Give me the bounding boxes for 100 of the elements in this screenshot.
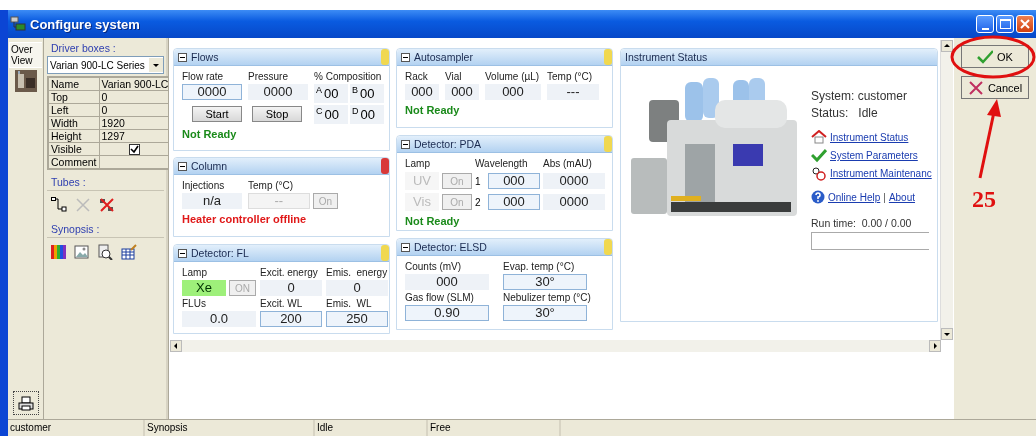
property-name: Comment [48, 155, 99, 169]
separator: | [883, 191, 886, 203]
field-label: Temp (°C) [248, 180, 295, 191]
column-header: Lamp [405, 158, 431, 169]
pump-button[interactable]: Stop [252, 106, 302, 122]
checkmark-icon [811, 148, 827, 163]
link[interactable]: Online Help [828, 191, 881, 203]
link[interactable]: Instrument Maintenanc [830, 168, 932, 179]
horizontal-scrollbar[interactable] [170, 340, 941, 352]
dropdown-value: Varian 900-LC Series [50, 59, 145, 71]
field-label: Volume (µL) [485, 71, 541, 82]
input-field[interactable]: 30° [503, 305, 587, 321]
status-bar-field: Synopsis [145, 420, 315, 436]
side-tab[interactable]: Over View [9, 42, 42, 68]
property-name: Width [48, 116, 99, 130]
value-display: 0000 [543, 194, 605, 210]
cancel-button[interactable]: Cancel [961, 76, 1029, 99]
scroll-left-button[interactable] [170, 340, 182, 352]
field-label: Evap. temp (°C) [503, 261, 576, 272]
status-text: System: customer [811, 89, 909, 103]
channel-letter: A [316, 85, 322, 95]
image-icon[interactable] [74, 244, 89, 260]
field-label: Gas flow (SLM) [405, 292, 475, 303]
channel-letter: D [352, 106, 359, 116]
collapse-icon[interactable] [401, 242, 410, 252]
field-label: % Composition [314, 71, 383, 82]
collapse-icon[interactable] [401, 52, 410, 62]
scroll-up-button[interactable] [941, 40, 953, 52]
field-label: Vial [445, 71, 463, 82]
checkbox[interactable] [129, 143, 141, 155]
field-label: Flow rate [182, 71, 225, 82]
ok-button[interactable]: OK [961, 45, 1029, 68]
composition-value: 00 [324, 107, 339, 122]
value-display: 000 [485, 84, 541, 100]
maximize-button[interactable] [996, 15, 1014, 33]
info-search-icon[interactable] [97, 244, 113, 260]
input-field[interactable]: 000 [488, 194, 540, 210]
panel-title: Flows [191, 51, 220, 63]
annotation-number: 25 [972, 186, 996, 213]
value-display: 0.0 [182, 311, 256, 327]
collapse-icon[interactable] [178, 52, 187, 62]
window-title: Configure system [30, 16, 141, 32]
close-icon [1020, 19, 1030, 29]
channel-letter: C [316, 106, 323, 116]
table-edit-icon[interactable] [121, 244, 137, 260]
value-display: n/a [182, 193, 242, 209]
collapse-icon[interactable] [178, 248, 187, 258]
status-bar-field: customer [8, 420, 145, 436]
vertical-scrollbar[interactable] [940, 40, 953, 340]
instrument-icon[interactable] [14, 70, 37, 92]
driver-dropdown[interactable]: Varian 900-LC Series [47, 56, 164, 74]
input-field[interactable]: 200 [260, 311, 322, 327]
field-label: Injections [182, 180, 226, 191]
link[interactable]: Instrument Status [830, 132, 909, 143]
input-field[interactable]: 30° [503, 274, 587, 290]
minimize-button[interactable] [976, 15, 994, 33]
app-icon [10, 16, 26, 32]
field-label: Rack [405, 71, 429, 82]
lamp-indicator: Xe [182, 280, 226, 296]
input-field[interactable]: 0000 [182, 84, 242, 100]
maximize-icon [999, 19, 1011, 29]
value-display: --- [547, 84, 599, 100]
channel-letter: B [352, 85, 358, 95]
run-time-text: Run time: 0.00 / 0.00 [811, 217, 913, 229]
value-display: 0 [260, 280, 322, 296]
collapse-icon[interactable] [401, 139, 410, 149]
input-field[interactable]: 0.90 [405, 305, 489, 321]
status-message: Not Ready [182, 128, 238, 140]
channel-number: 1 [475, 175, 482, 187]
value-display: 000 [405, 84, 439, 100]
status-bar-field: Free [428, 420, 561, 436]
tube-connector-icon[interactable] [51, 197, 67, 212]
scroll-down-button[interactable] [941, 328, 953, 340]
section-label: Tubes : [50, 176, 86, 188]
delete-tubes-icon[interactable] [99, 197, 115, 213]
input-field[interactable]: 000 [488, 173, 540, 189]
scroll-right-button[interactable] [929, 340, 941, 352]
field-label: FLUs [182, 298, 207, 309]
composition-value: 00 [360, 107, 375, 122]
panel-title: Autosampler [414, 51, 474, 63]
lamp-indicator: Vis [405, 193, 439, 211]
close-button[interactable] [1016, 15, 1034, 33]
maintenance-icon [811, 166, 827, 181]
print-button[interactable] [12, 391, 39, 415]
field-label: Excit. WL [260, 298, 304, 309]
panel-title: Detector: PDA [414, 138, 483, 150]
panel-title: Instrument Status [625, 51, 709, 63]
color-bars-icon[interactable] [51, 244, 66, 260]
link[interactable]: About [888, 191, 915, 203]
checkmark-icon [977, 48, 994, 65]
pump-button[interactable]: Start [192, 106, 242, 122]
minimize-icon [981, 27, 989, 30]
collapse-icon[interactable] [178, 161, 187, 171]
field-label: Lamp [182, 267, 208, 278]
input-field[interactable]: 250 [326, 311, 388, 327]
section-label: Driver boxes : [50, 42, 117, 54]
field-label: Excit. energy [260, 267, 319, 278]
link[interactable]: System Parameters [830, 150, 918, 161]
status-text: Status: Idle [811, 106, 879, 120]
property-name: Height [48, 129, 99, 143]
